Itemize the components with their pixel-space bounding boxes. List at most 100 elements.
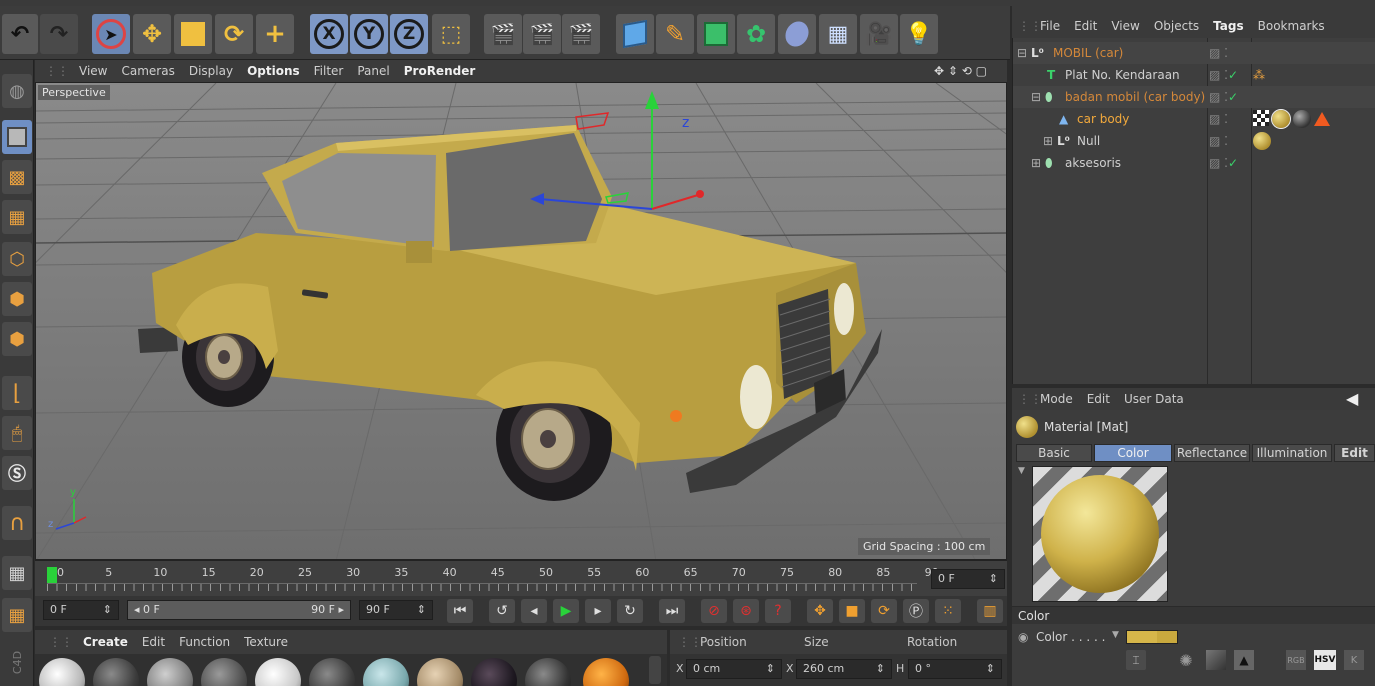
om-row-mobil[interactable]: ⊟ L⁰ MOBIL (car) ▨ ⁚ bbox=[1013, 42, 1375, 64]
visibility-dots-icon[interactable]: ▨ ⁚ bbox=[1209, 112, 1228, 126]
camera-button[interactable]: 🎥 bbox=[860, 14, 898, 54]
expand-icon[interactable]: ⊞ bbox=[1031, 156, 1041, 170]
object-name[interactable]: Plat No. Kendaraan bbox=[1065, 68, 1180, 82]
material-preview[interactable] bbox=[1032, 466, 1168, 602]
object-name[interactable]: badan mobil (car body) bbox=[1065, 90, 1205, 104]
timeline-ruler[interactable]: 051015202530354045505560657075808590 0 F… bbox=[35, 560, 1007, 596]
om-menu-objects[interactable]: Objects bbox=[1154, 19, 1199, 33]
material-menu-function[interactable]: Function bbox=[179, 635, 230, 649]
material-menu-texture[interactable]: Texture bbox=[244, 635, 288, 649]
viewport-menu-display[interactable]: Display bbox=[189, 64, 233, 78]
render-settings-button[interactable]: 🎬 bbox=[562, 14, 600, 54]
planar-workplane-button[interactable]: ▦ bbox=[2, 598, 32, 632]
material-thumb[interactable] bbox=[255, 658, 301, 686]
om-row-null[interactable]: ⊞ L⁰ Null ▨ ⁚ bbox=[1013, 130, 1375, 152]
workplane-button[interactable]: ▦ bbox=[2, 200, 32, 234]
collapse-icon[interactable]: ⊟ bbox=[1017, 46, 1027, 60]
om-row-car-body[interactable]: ▲ car body ▨ ⁚ bbox=[1013, 108, 1375, 130]
move-button[interactable]: ✥ bbox=[133, 14, 171, 54]
edges-mode-button[interactable]: ⬢ bbox=[2, 282, 32, 316]
enable-axis-button[interactable]: ⌊ bbox=[2, 376, 32, 410]
key-rotation-button[interactable]: ⟳ bbox=[871, 599, 897, 623]
material-tag-icon[interactable] bbox=[1293, 110, 1311, 128]
next-frame-button[interactable]: ▸ bbox=[585, 599, 611, 623]
floor-button[interactable]: ▦ bbox=[819, 14, 857, 54]
end-frame-field[interactable]: 90 F ⇕ bbox=[359, 600, 433, 620]
visibility-dots-icon[interactable]: ▨ ⁚ bbox=[1209, 134, 1228, 148]
visibility-dots-icon[interactable]: ▨ ⁚✓ bbox=[1209, 90, 1238, 104]
h-rotation-field[interactable]: 0 ° ⇕ bbox=[908, 659, 1002, 679]
viewport-menu-prorender[interactable]: ProRender bbox=[404, 64, 476, 78]
polygons-mode-button[interactable]: ⬢ bbox=[2, 322, 32, 356]
scale-button[interactable] bbox=[174, 14, 212, 54]
color-swatch[interactable] bbox=[1126, 630, 1178, 644]
object-name[interactable]: aksesoris bbox=[1065, 156, 1121, 170]
render-to-picture-viewer-button[interactable]: 🎬 bbox=[523, 14, 561, 54]
material-menu-create[interactable]: Create bbox=[83, 635, 128, 649]
y-axis-lock-button[interactable]: Y bbox=[350, 14, 388, 54]
color-wheel-button[interactable]: ✺ bbox=[1176, 650, 1196, 670]
snap-button[interactable]: ∩ bbox=[2, 506, 32, 540]
eyedropper-button[interactable]: ⌶ bbox=[1126, 650, 1146, 670]
x-position-field[interactable]: 0 cm ⇕ bbox=[686, 659, 782, 679]
visibility-dots-icon[interactable]: ▨ ⁚ bbox=[1209, 46, 1228, 60]
tag-icon[interactable]: ⁂ bbox=[1253, 68, 1265, 82]
tab-basic[interactable]: Basic bbox=[1016, 444, 1092, 462]
autokey-button[interactable]: ⊛ bbox=[733, 599, 759, 623]
current-frame-field[interactable]: 0 F ⇕ bbox=[931, 569, 1005, 589]
om-menu-tags[interactable]: Tags bbox=[1213, 19, 1243, 33]
points-mode-button[interactable]: ⬡ bbox=[2, 242, 32, 276]
lock-workplane-button[interactable]: ▦ bbox=[2, 556, 32, 590]
viewport-menu-panel[interactable]: Panel bbox=[357, 64, 389, 78]
tab-illumination[interactable]: Illumination bbox=[1252, 444, 1332, 462]
viewport-menu-options[interactable]: Options bbox=[247, 64, 300, 78]
rotate-button[interactable]: ⟳ bbox=[215, 14, 253, 54]
solo-button[interactable]: Ⓢ bbox=[2, 456, 32, 490]
visibility-dots-icon[interactable]: ▨ ⁚✓ bbox=[1209, 68, 1238, 82]
key-pla-button[interactable]: ⁙ bbox=[935, 599, 961, 623]
animate-radio-icon[interactable]: ◉ bbox=[1018, 630, 1028, 644]
z-axis-lock-button[interactable]: Z bbox=[390, 14, 428, 54]
keyframe-selection-button[interactable]: ? bbox=[765, 599, 791, 623]
frame-range-slider[interactable]: ◂ 0 F 90 F ▸ bbox=[127, 600, 351, 620]
object-name[interactable]: MOBIL (car) bbox=[1053, 46, 1123, 60]
prev-frame-button[interactable]: ◂ bbox=[521, 599, 547, 623]
light-button[interactable]: 💡 bbox=[900, 14, 938, 54]
material-thumb[interactable] bbox=[93, 658, 139, 686]
om-menu-bookmarks[interactable]: Bookmarks bbox=[1258, 19, 1325, 33]
texture-mode-button[interactable]: ▩ bbox=[2, 160, 32, 194]
go-to-end-button[interactable]: ⏭ bbox=[659, 599, 685, 623]
key-position-button[interactable]: ✥ bbox=[807, 599, 833, 623]
material-thumb[interactable] bbox=[363, 658, 409, 686]
next-key-button[interactable]: ↻ bbox=[617, 599, 643, 623]
go-to-start-button[interactable]: ⏮ bbox=[447, 599, 473, 623]
subdivision-surface-button[interactable] bbox=[697, 14, 735, 54]
render-view-button[interactable]: 🎬 bbox=[484, 14, 522, 54]
material-thumb[interactable] bbox=[471, 658, 517, 686]
om-row-plat[interactable]: T Plat No. Kendaraan ▨ ⁚✓ ⁂ bbox=[1013, 64, 1375, 86]
om-row-aksesoris[interactable]: ⊞ ⬮ aksesoris ▨ ⁚✓ bbox=[1013, 152, 1375, 174]
viewport-menu-cameras[interactable]: Cameras bbox=[121, 64, 174, 78]
tab-color[interactable]: Color bbox=[1094, 444, 1172, 462]
perspective-viewport[interactable]: z y z bbox=[35, 82, 1007, 560]
viewport-menu-view[interactable]: View bbox=[79, 64, 107, 78]
back-arrow-icon[interactable]: ◀ bbox=[1346, 389, 1358, 408]
material-thumb[interactable] bbox=[147, 658, 193, 686]
tab-reflectance[interactable]: Reflectance bbox=[1174, 444, 1250, 462]
om-row-badan[interactable]: ⊟ ⬮ badan mobil (car body) ▨ ⁚✓ bbox=[1013, 86, 1375, 108]
material-thumb[interactable] bbox=[525, 658, 571, 686]
tweak-button[interactable]: 🖱 bbox=[2, 416, 32, 450]
om-menu-view[interactable]: View bbox=[1111, 19, 1139, 33]
cube-button[interactable] bbox=[616, 14, 654, 54]
visibility-dots-icon[interactable]: ▨ ⁚✓ bbox=[1209, 156, 1238, 170]
x-size-field[interactable]: 260 cm ⇕ bbox=[796, 659, 892, 679]
material-thumb[interactable] bbox=[583, 658, 629, 686]
hsv-mode-button[interactable]: HSV bbox=[1314, 650, 1336, 670]
om-menu-file[interactable]: File bbox=[1040, 19, 1060, 33]
timeline-window-button[interactable]: ▥ bbox=[977, 599, 1003, 623]
object-name[interactable]: Null bbox=[1077, 134, 1100, 148]
live-selection-button[interactable]: ➤ bbox=[92, 14, 130, 54]
am-menu-mode[interactable]: Mode bbox=[1040, 392, 1073, 406]
key-scale-button[interactable]: ■ bbox=[839, 599, 865, 623]
redo-icon[interactable]: ↷ bbox=[40, 14, 78, 54]
